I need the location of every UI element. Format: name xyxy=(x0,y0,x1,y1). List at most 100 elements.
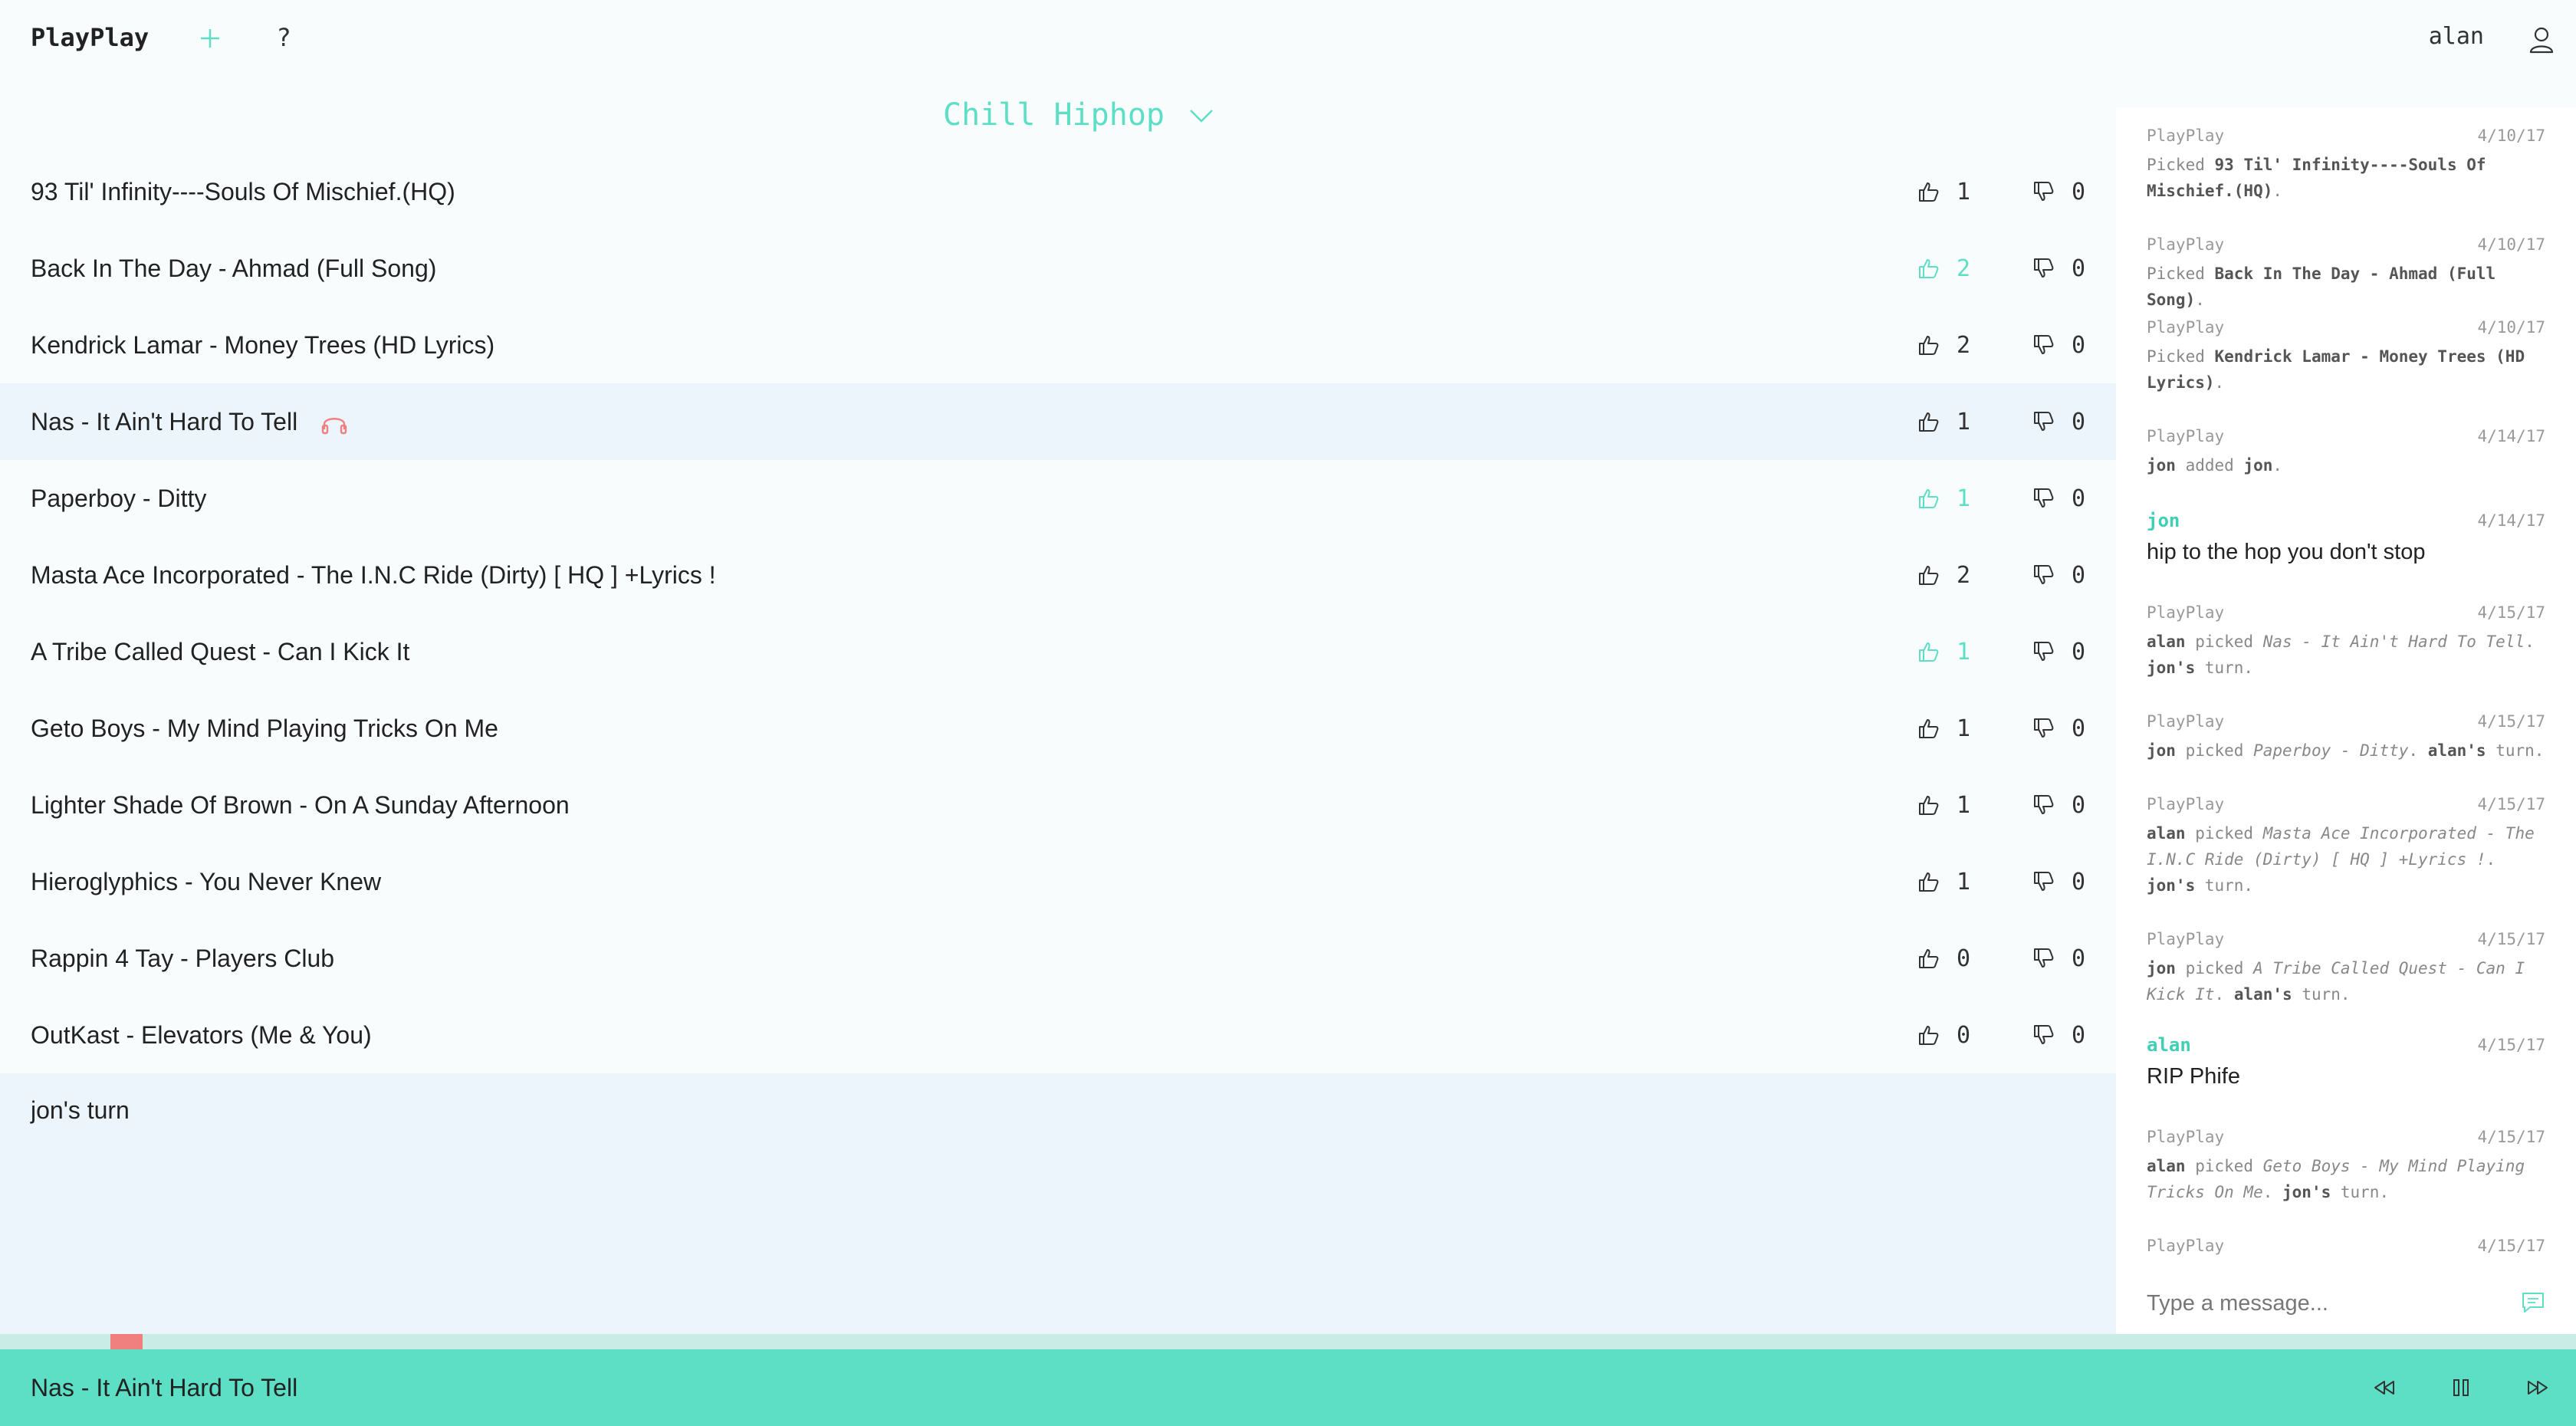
thumbs-up-icon[interactable] xyxy=(1917,257,1940,280)
message-header: PlayPlay 4/15/17 xyxy=(2147,926,2545,952)
thumbs-up-icon[interactable] xyxy=(1917,947,1940,970)
message-body: alan picked Masta Ace Incorporated - The… xyxy=(2147,820,2545,899)
upvote-button[interactable]: 2 xyxy=(1917,230,1970,307)
upvote-button[interactable]: 1 xyxy=(1917,767,1970,843)
track-row[interactable]: 93 Til' Infinity----Souls Of Mischief.(H… xyxy=(0,153,2116,230)
thumbs-down-icon[interactable] xyxy=(2032,334,2055,356)
thumbs-down-icon[interactable] xyxy=(2032,180,2055,203)
message-text: turn. xyxy=(2195,876,2254,895)
username[interactable]: alan xyxy=(2429,23,2484,50)
downvote-button[interactable]: 0 xyxy=(2032,920,2085,997)
message-header: PlayPlay 4/10/17 xyxy=(2147,123,2545,149)
message-date: 4/14/17 xyxy=(2477,427,2545,445)
chat-system-message: PlayPlay 4/15/17 alan picked Geto Boys - … xyxy=(2147,1124,2545,1205)
downvote-button[interactable]: 0 xyxy=(2032,767,2085,843)
thumbs-down-icon[interactable] xyxy=(2032,410,2055,433)
message-sender: PlayPlay xyxy=(2147,712,2225,731)
thumbs-down-icon[interactable] xyxy=(2032,640,2055,663)
track-row[interactable]: Kendrick Lamar - Money Trees (HD Lyrics)… xyxy=(0,307,2116,383)
track-title: A Tribe Called Quest - Can I Kick It xyxy=(31,638,410,665)
upvote-button[interactable]: 1 xyxy=(1917,690,1970,767)
upvote-button[interactable]: 1 xyxy=(1917,843,1970,920)
downvote-button[interactable]: 0 xyxy=(2032,460,2085,537)
thumbs-down-icon[interactable] xyxy=(2032,947,2055,970)
track-title: 93 Til' Infinity----Souls Of Mischief.(H… xyxy=(31,178,455,205)
thumbs-down-icon[interactable] xyxy=(2032,257,2055,280)
upvote-button[interactable]: 2 xyxy=(1917,307,1970,383)
fast-forward-icon[interactable] xyxy=(2525,1375,2550,1400)
upvote-button[interactable]: 0 xyxy=(1917,920,1970,997)
message-text: Picked xyxy=(2147,264,2215,283)
thumbs-up-icon[interactable] xyxy=(1917,487,1940,510)
progress-handle[interactable] xyxy=(110,1334,143,1349)
track-row[interactable]: Back In The Day - Ahmad (Full Song) 2 0 xyxy=(0,230,2116,307)
thumbs-up-icon[interactable] xyxy=(1917,410,1940,433)
downvote-button[interactable]: 0 xyxy=(2032,843,2085,920)
add-icon[interactable] xyxy=(195,23,225,54)
upvote-button[interactable]: 1 xyxy=(1917,153,1970,230)
chat-system-message: PlayPlay 4/10/17 Picked Kendrick Lamar - … xyxy=(2147,314,2545,396)
chevron-down-icon[interactable] xyxy=(1188,106,1215,124)
chat-input[interactable] xyxy=(2147,1280,2484,1326)
track-title: Hieroglyphics - You Never Knew xyxy=(31,868,382,895)
thumbs-down-icon[interactable] xyxy=(2032,717,2055,740)
thumbs-down-icon[interactable] xyxy=(2032,487,2055,510)
track-row[interactable]: Lighter Shade Of Brown - On A Sunday Aft… xyxy=(0,767,2116,843)
track-row[interactable]: OutKast - Elevators (Me & You) 0 0 xyxy=(0,997,2116,1073)
user-icon[interactable] xyxy=(2528,26,2555,54)
downvote-button[interactable]: 0 xyxy=(2032,383,2085,460)
message-text: picked xyxy=(2175,741,2254,760)
message-header: PlayPlay 4/10/17 xyxy=(2147,232,2545,258)
upvote-button[interactable]: 1 xyxy=(1917,383,1970,460)
message-body: alan picked Nas - It Ain't Hard To Tell.… xyxy=(2147,629,2545,681)
thumbs-up-icon[interactable] xyxy=(1917,717,1940,740)
thumbs-down-icon[interactable] xyxy=(2032,564,2055,586)
upvote-button[interactable]: 2 xyxy=(1917,537,1970,613)
chat-bubble-icon[interactable] xyxy=(2521,1291,2545,1314)
thumbs-down-icon[interactable] xyxy=(2032,870,2055,893)
thumbs-up-icon[interactable] xyxy=(1917,640,1940,663)
message-text: . xyxy=(2408,741,2428,760)
chat-user-message: jon 4/14/17 hip to the hop you don't stop xyxy=(2147,508,2545,567)
track-row[interactable]: Paperboy - Ditty 1 0 xyxy=(0,460,2116,537)
rewind-icon[interactable] xyxy=(2372,1375,2397,1400)
message-header: PlayPlay 4/15/17 xyxy=(2147,1233,2545,1257)
thumbs-down-icon[interactable] xyxy=(2032,1024,2055,1046)
track-row[interactable]: Hieroglyphics - You Never Knew 1 0 xyxy=(0,843,2116,920)
progress-bar[interactable] xyxy=(0,1334,2576,1349)
message-header: alan 4/15/17 xyxy=(2147,1032,2545,1058)
downvote-button[interactable]: 0 xyxy=(2032,613,2085,690)
downvote-button[interactable]: 0 xyxy=(2032,690,2085,767)
help-button[interactable]: ? xyxy=(278,23,291,52)
thumbs-up-icon[interactable] xyxy=(1917,180,1940,203)
thumbs-up-icon[interactable] xyxy=(1917,1024,1940,1046)
thumbs-up-icon[interactable] xyxy=(1917,870,1940,893)
thumbs-up-icon[interactable] xyxy=(1917,564,1940,586)
message-sender: PlayPlay xyxy=(2147,235,2225,254)
playlist-selector[interactable]: Chill Hiphop xyxy=(943,92,1215,138)
message-sender: PlayPlay xyxy=(2147,795,2225,813)
upvote-count: 1 xyxy=(1957,868,1971,895)
upvote-button[interactable]: 1 xyxy=(1917,613,1970,690)
track-row[interactable]: Geto Boys - My Mind Playing Tricks On Me… xyxy=(0,690,2116,767)
pause-icon[interactable] xyxy=(2449,1375,2473,1400)
downvote-button[interactable]: 0 xyxy=(2032,537,2085,613)
downvote-button[interactable]: 0 xyxy=(2032,153,2085,230)
thumbs-up-icon[interactable] xyxy=(1917,334,1940,356)
app-brand[interactable]: PlayPlay xyxy=(31,23,149,52)
upvote-button[interactable]: 1 xyxy=(1917,460,1970,537)
message-sender: PlayPlay xyxy=(2147,1237,2225,1255)
downvote-button[interactable]: 0 xyxy=(2032,307,2085,383)
downvote-button[interactable]: 0 xyxy=(2032,997,2085,1073)
upvote-button[interactable]: 0 xyxy=(1917,997,1970,1073)
thumbs-up-icon[interactable] xyxy=(1917,794,1940,816)
track-row[interactable]: Masta Ace Incorporated - The I.N.C Ride … xyxy=(0,537,2116,613)
upvote-count: 1 xyxy=(1957,178,1971,205)
track-row[interactable]: A Tribe Called Quest - Can I Kick It 1 0 xyxy=(0,613,2116,690)
downvote-button[interactable]: 0 xyxy=(2032,230,2085,307)
chat-messages[interactable]: PlayPlay 4/10/17 Picked 93 Til' Infinity-… xyxy=(2116,107,2576,1257)
track-row[interactable]: Nas - It Ain't Hard To Tell 1 0 xyxy=(0,383,2116,460)
track-row[interactable]: Rappin 4 Tay - Players Club 0 0 xyxy=(0,920,2116,997)
thumbs-down-icon[interactable] xyxy=(2032,794,2055,816)
message-header: PlayPlay 4/15/17 xyxy=(2147,791,2545,817)
